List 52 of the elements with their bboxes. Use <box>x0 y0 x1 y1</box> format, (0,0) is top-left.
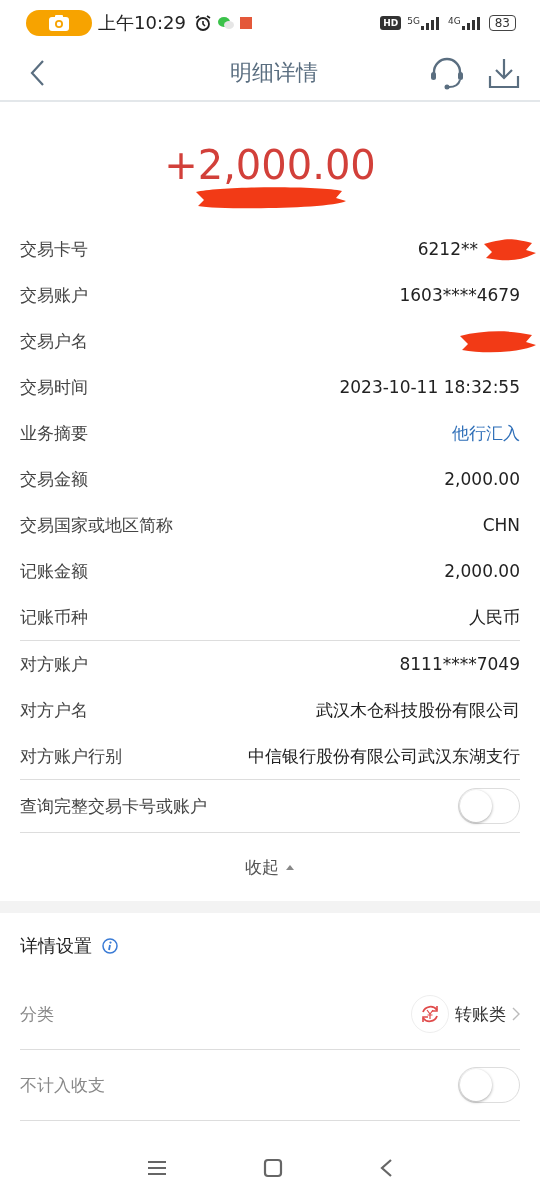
caret-icon <box>285 863 295 871</box>
setting-label: 分类 <box>20 1002 54 1026</box>
field-label: 业务摘要 <box>20 421 88 445</box>
field-label: 交易户名 <box>20 329 88 353</box>
summary-link[interactable]: 他行汇入 <box>452 421 520 445</box>
field-label: 记账币种 <box>20 605 88 629</box>
field-value: 2,000.00 <box>444 469 520 489</box>
download-icon[interactable] <box>488 57 520 89</box>
headset-icon[interactable] <box>430 56 464 90</box>
section-title: 详情设置 <box>20 934 92 958</box>
signal-icon <box>460 16 483 30</box>
field-label: 交易国家或地区简称 <box>20 513 173 537</box>
page-title: 明细详情 <box>229 59 319 87</box>
category-selector[interactable]: 转账类 <box>411 995 520 1033</box>
alarm-icon <box>193 14 212 32</box>
toggle-switch[interactable] <box>458 1067 520 1103</box>
field-label: 对方账户 <box>20 652 88 676</box>
home-icon[interactable] <box>263 1158 283 1178</box>
setting-label: 不计入收支 <box>20 1073 105 1097</box>
menu-icon[interactable] <box>147 1160 167 1176</box>
toggle-switch[interactable] <box>458 788 520 824</box>
field-label: 对方户名 <box>20 698 88 722</box>
field-value: 人民币 <box>469 605 520 629</box>
field-label: 交易卡号 <box>20 237 88 261</box>
chevron-icon <box>512 1007 520 1021</box>
field-value: 2023-10-11 18:32:55 <box>339 377 520 397</box>
field-value: 2,000.00 <box>444 561 520 581</box>
collapse-button[interactable]: 收起 <box>241 851 299 883</box>
amount-value: +2,000.00 <box>164 142 376 188</box>
toggle-label: 查询完整交易卡号或账户 <box>20 794 207 818</box>
camera-icon <box>48 14 70 32</box>
network-label: 4G <box>448 16 461 26</box>
field-value: 武汉木仓科技股份有限公司 <box>316 698 520 722</box>
clock-time: 上午10:29 <box>98 11 186 35</box>
signal-icon <box>420 16 442 30</box>
field-value: 6212** <box>417 239 478 259</box>
field-value: 中信银行股份有限公司武汉东湖支行 <box>248 744 520 768</box>
hd-badge: HD <box>380 16 402 30</box>
back-icon[interactable] <box>379 1158 393 1178</box>
info-icon[interactable] <box>102 938 118 954</box>
field-value: CHN <box>482 515 520 535</box>
field-value: 1603****4679 <box>399 285 520 305</box>
battery-indicator: 83 <box>488 15 516 31</box>
network-label: 5G <box>407 16 420 26</box>
field-label: 交易账户 <box>20 283 88 307</box>
field-label: 记账金额 <box>20 559 88 583</box>
field-value: 8111****7049 <box>399 654 520 674</box>
field-label: 交易金额 <box>20 467 88 491</box>
chat-icon <box>217 16 234 30</box>
field-label: 对方账户行别 <box>20 744 122 768</box>
app-icon <box>239 17 252 29</box>
field-label: 交易时间 <box>20 375 88 399</box>
